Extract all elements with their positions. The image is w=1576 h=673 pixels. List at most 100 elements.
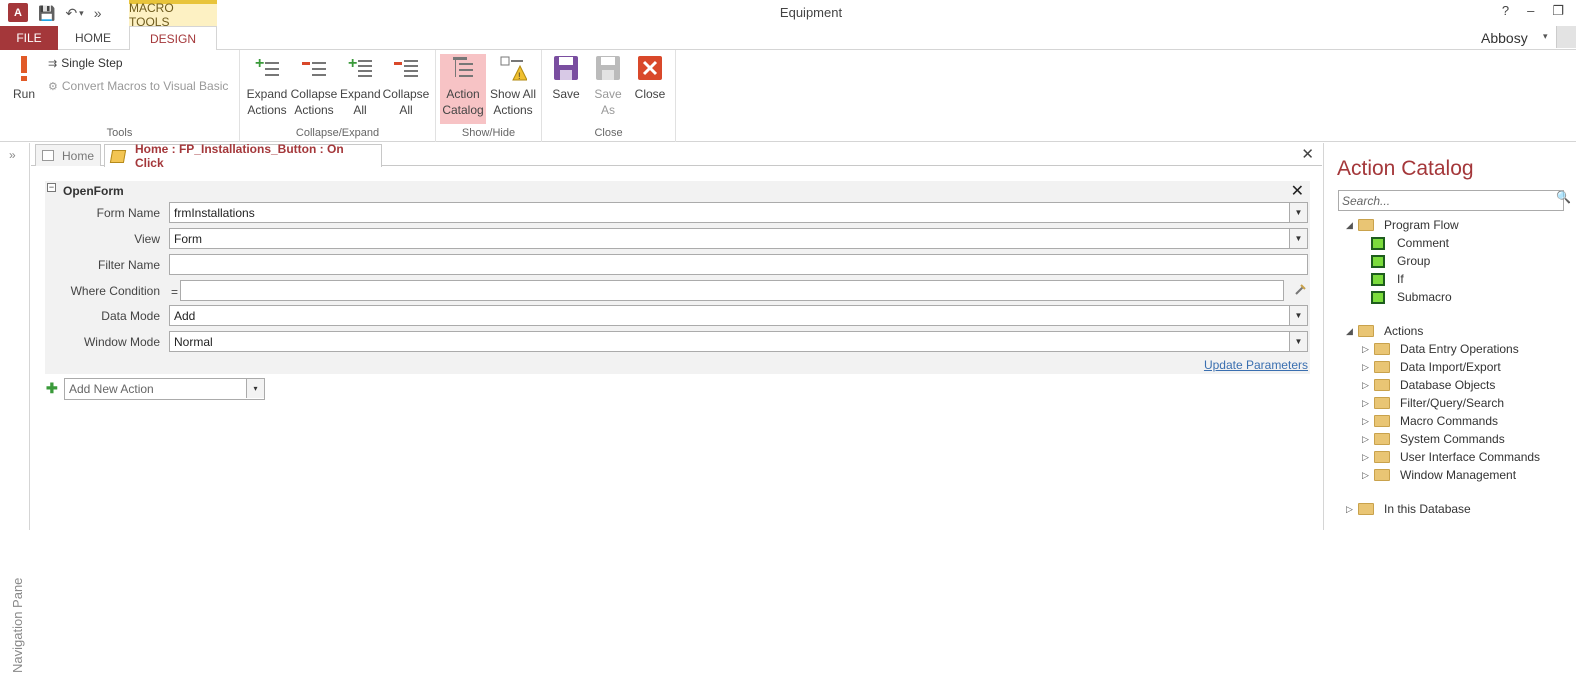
minimize-button[interactable]: – xyxy=(1527,3,1534,19)
view-combobox[interactable]: Form ▼ xyxy=(169,228,1308,249)
group-action-icon xyxy=(1371,254,1385,268)
expand-all-button[interactable]: + Expand All xyxy=(340,54,381,118)
openform-action-block[interactable]: − OpenForm ✕ Form Name frmInstallations … xyxy=(45,181,1310,374)
save-button[interactable]: Save xyxy=(550,54,582,102)
folder-icon xyxy=(1374,343,1390,355)
list-item[interactable]: ▷ Macro Commands xyxy=(1362,414,1498,428)
collapsed-triangle-icon[interactable]: ▷ xyxy=(1362,398,1374,409)
list-item[interactable]: ▷ User Interface Commands xyxy=(1362,450,1540,464)
tools-group: Run ⇉ Single Step ⚙ Convert Macros to Vi… xyxy=(0,50,240,142)
run-icon xyxy=(17,54,31,82)
folder-icon xyxy=(1358,219,1374,231)
where-condition-input[interactable] xyxy=(180,280,1284,301)
list-item[interactable]: ▷ Data Import/Export xyxy=(1362,360,1501,374)
restore-button[interactable]: ❐ xyxy=(1552,3,1564,19)
doc-tab-macro[interactable]: Home : FP_Installations_Button : On Clic… xyxy=(104,142,382,170)
comment-action-icon xyxy=(1371,236,1385,250)
list-item[interactable]: ▷ Window Management xyxy=(1362,468,1516,482)
collapsed-triangle-icon[interactable]: ▷ xyxy=(1362,452,1374,463)
close-document-button[interactable]: ✕ xyxy=(1301,145,1314,163)
expand-actions-icon: + xyxy=(253,54,281,82)
collapsed-triangle-icon[interactable]: ▷ xyxy=(1362,362,1374,373)
list-item[interactable]: Submacro xyxy=(1371,290,1452,304)
list-item[interactable]: If xyxy=(1371,272,1404,286)
collapse-actions-button[interactable]: Collapse Actions xyxy=(290,54,338,118)
list-item[interactable]: ▷ Filter/Query/Search xyxy=(1362,396,1504,410)
show-hide-group: Action Catalog ! Show All Actions Show/H… xyxy=(436,50,542,142)
convert-macros-button[interactable]: ⚙ Convert Macros to Visual Basic xyxy=(48,79,228,93)
chevron-down-icon[interactable]: ▼ xyxy=(1289,229,1307,248)
run-button[interactable]: Run xyxy=(8,54,40,102)
submacro-action-icon xyxy=(1371,290,1385,304)
arg-label-form-name: Form Name xyxy=(96,206,160,220)
folder-icon xyxy=(1374,415,1390,427)
tree-in-this-database[interactable]: ▷ In this Database xyxy=(1346,502,1471,516)
tab-home[interactable]: HOME xyxy=(58,26,128,50)
tools-group-label: Tools xyxy=(106,127,133,139)
collapsed-triangle-icon[interactable]: ▷ xyxy=(1346,504,1358,515)
collapsed-triangle-icon[interactable]: ▷ xyxy=(1362,380,1374,391)
single-step-button[interactable]: ⇉ Single Step xyxy=(48,56,123,70)
chevron-down-icon[interactable]: ▼ xyxy=(1289,203,1307,222)
list-item[interactable]: ▷ Database Objects xyxy=(1362,378,1495,392)
list-item[interactable]: Group xyxy=(1371,254,1430,268)
user-menu-caret-icon[interactable]: ▾ xyxy=(1543,31,1548,42)
close-button[interactable]: Close xyxy=(632,54,668,102)
add-new-action-combobox[interactable]: Add New Action ▾ xyxy=(64,378,265,400)
avatar[interactable] xyxy=(1556,26,1576,48)
folder-icon xyxy=(1374,361,1390,373)
form-name-combobox[interactable]: frmInstallations ▼ xyxy=(169,202,1308,223)
svg-text:+: + xyxy=(348,55,357,72)
delete-action-button[interactable]: ✕ xyxy=(1291,181,1304,201)
data-mode-combobox[interactable]: Add ▼ xyxy=(169,305,1308,326)
expand-nav-chevron-icon[interactable]: » xyxy=(9,148,16,162)
save-icon xyxy=(552,54,580,82)
collapse-expand-group-label: Collapse/Expand xyxy=(295,127,380,139)
expression-builder-icon[interactable] xyxy=(1295,283,1307,298)
expand-actions-button[interactable]: + Expand Actions xyxy=(246,54,288,118)
chevron-down-icon[interactable]: ▼ xyxy=(1289,332,1307,351)
collapse-all-button[interactable]: Collapse All xyxy=(382,54,430,118)
help-button[interactable]: ? xyxy=(1502,3,1509,19)
collapsed-triangle-icon[interactable]: ▷ xyxy=(1362,344,1374,355)
save-as-button[interactable]: Save As xyxy=(592,54,624,118)
document-tabs: Home Home : FP_Installations_Button : On… xyxy=(31,142,1322,170)
collapsed-triangle-icon[interactable]: ▷ xyxy=(1362,434,1374,445)
window-mode-combobox[interactable]: Normal ▼ xyxy=(169,331,1308,352)
collapse-action-icon[interactable]: − xyxy=(47,183,56,192)
expanded-triangle-icon[interactable]: ◢ xyxy=(1346,220,1358,231)
tree-actions[interactable]: ◢ Actions xyxy=(1346,324,1423,338)
collapse-expand-group: + Expand Actions Collapse Actions + Expa… xyxy=(240,50,436,142)
user-name[interactable]: Abbosy xyxy=(1481,30,1528,46)
collapsed-triangle-icon[interactable]: ▷ xyxy=(1362,416,1374,427)
list-item[interactable]: ▷ Data Entry Operations xyxy=(1362,342,1519,356)
close-group: Save Save As Close Close xyxy=(542,50,676,142)
expanded-triangle-icon[interactable]: ◢ xyxy=(1346,326,1358,337)
window-controls: ? – ❐ xyxy=(1502,3,1564,19)
update-parameters-link[interactable]: Update Parameters xyxy=(1204,358,1308,372)
add-action-plus-icon: ✚ xyxy=(46,380,58,396)
if-action-icon xyxy=(1371,272,1385,286)
navigation-pane[interactable]: » Navigation Pane xyxy=(0,143,30,673)
list-item[interactable]: Comment xyxy=(1371,236,1449,250)
action-catalog-button[interactable]: Action Catalog xyxy=(440,54,486,124)
catalog-search-input[interactable]: Search... xyxy=(1338,190,1564,211)
show-all-actions-button[interactable]: ! Show All Actions xyxy=(488,54,538,118)
action-catalog-icon xyxy=(449,54,477,82)
navigation-pane-label: Navigation Pane xyxy=(10,577,25,673)
save-as-icon xyxy=(594,54,622,82)
folder-icon xyxy=(1374,433,1390,445)
collapsed-triangle-icon[interactable]: ▷ xyxy=(1362,470,1374,481)
search-icon[interactable]: 🔍 xyxy=(1556,190,1571,204)
list-item[interactable]: ▷ System Commands xyxy=(1362,432,1505,446)
chevron-down-icon[interactable]: ▾ xyxy=(246,379,264,398)
doc-tab-home[interactable]: Home xyxy=(35,144,101,166)
tree-program-flow[interactable]: ◢ Program Flow xyxy=(1346,218,1459,232)
tab-design[interactable]: DESIGN xyxy=(129,26,217,51)
macro-editor: − OpenForm ✕ Form Name frmInstallations … xyxy=(31,167,1322,530)
action-name: OpenForm xyxy=(63,184,124,198)
folder-icon xyxy=(1374,469,1390,481)
filter-name-input[interactable] xyxy=(169,254,1308,275)
chevron-down-icon[interactable]: ▼ xyxy=(1289,306,1307,325)
tab-file[interactable]: FILE xyxy=(0,26,58,50)
